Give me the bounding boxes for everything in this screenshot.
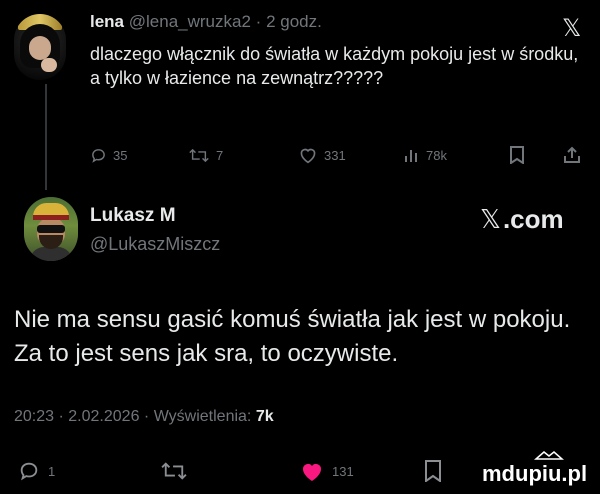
x-logo-icon: 𝕏: [562, 14, 582, 42]
repost-count: 7: [216, 147, 224, 163]
tweet-text: Nie ma sensu gasić komuś światła jak jes…: [14, 306, 571, 367]
x-logo-icon: 𝕏: [480, 204, 501, 235]
like-count: 131: [332, 463, 354, 479]
bookmark-icon: [425, 460, 441, 482]
views-button[interactable]: 78k: [404, 145, 447, 165]
bookmark-button[interactable]: [424, 458, 450, 484]
bookmark-button[interactable]: [509, 145, 531, 165]
reply-icon: [20, 462, 38, 481]
repost-button[interactable]: 7: [188, 145, 223, 165]
meta-separator: ·: [143, 408, 150, 425]
views-count: 78k: [426, 147, 447, 163]
bookmark-icon: [510, 146, 524, 164]
avatar[interactable]: [24, 197, 78, 261]
avatar-body: [30, 247, 72, 261]
header-separator: ·: [255, 12, 262, 31]
like-button[interactable]: 131: [300, 458, 354, 484]
thread-line: [45, 84, 47, 190]
brand-text: .com: [502, 204, 564, 234]
avatar-hand: [41, 58, 57, 72]
avatar-cap-band: [33, 215, 69, 220]
like-count: 331: [324, 147, 346, 163]
quoted-tweet-header: lena @lena_wruzka2 · 2 godz.: [90, 12, 322, 32]
heart-outline-icon: [300, 148, 316, 164]
quoted-tweet-time[interactable]: 2 godz.: [266, 12, 322, 31]
reply-count: 1: [48, 463, 56, 479]
avatar[interactable]: [14, 14, 66, 80]
repost-button[interactable]: [160, 458, 196, 484]
share-button[interactable]: [563, 145, 587, 165]
repost-icon: [189, 148, 209, 162]
reply-button[interactable]: 1: [18, 458, 55, 484]
repost-icon: [161, 462, 187, 480]
quoted-author-name[interactable]: lena: [90, 12, 124, 31]
tweet-time[interactable]: 20:23: [14, 408, 54, 425]
author-name[interactable]: Lukasz M: [90, 205, 176, 227]
avatar-face: [29, 36, 51, 60]
quoted-tweet-text: dlaczego włącznik do światła w każdym po…: [90, 44, 579, 88]
watermark-hat-icon: [534, 451, 564, 460]
brand-label: 𝕏 .com: [480, 204, 564, 235]
author-handle[interactable]: @LukaszMiszcz: [90, 234, 220, 255]
quoted-author-handle[interactable]: @lena_wruzka2: [129, 12, 251, 31]
watermark: mdupiu.pl: [482, 461, 588, 486]
tweet-meta: 20:23 · 2.02.2026 · Wyświetlenia: 7k: [14, 408, 274, 426]
heart-filled-icon: [303, 464, 321, 481]
avatar-glasses: [37, 225, 65, 233]
reply-count: 35: [113, 147, 128, 163]
meta-separator: ·: [58, 408, 64, 425]
views-value: 7k: [255, 408, 274, 425]
views-chart-icon: [405, 150, 417, 162]
tweet-date[interactable]: 2.02.2026: [68, 408, 139, 425]
share-icon: [564, 146, 580, 163]
views-label: Wyświetlenia:: [153, 408, 252, 425]
reply-button[interactable]: 35: [90, 145, 127, 165]
like-button[interactable]: 331: [298, 145, 346, 165]
reply-icon: [92, 148, 105, 163]
